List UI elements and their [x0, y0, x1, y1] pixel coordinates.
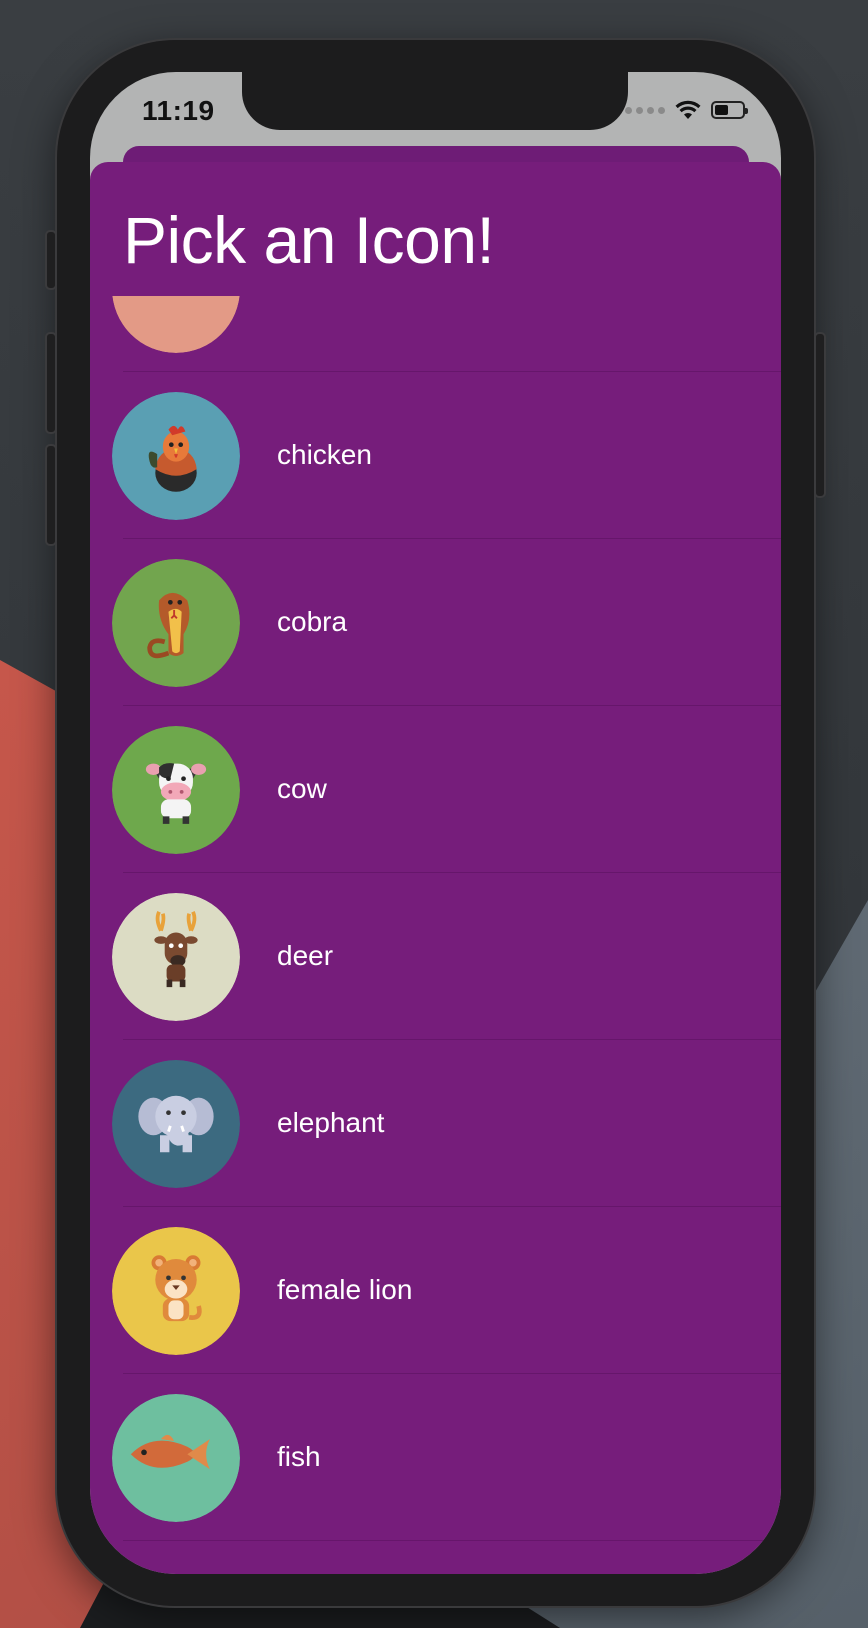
cow-icon	[112, 726, 240, 854]
list-item-label: cow	[277, 773, 327, 804]
list-item-label: deer	[277, 940, 334, 971]
silent-switch	[45, 230, 57, 290]
list-item[interactable]: fish	[90, 1374, 781, 1541]
list-item[interactable]: female lion	[90, 1207, 781, 1374]
list-item[interactable]: cow	[90, 706, 781, 873]
fish-icon	[112, 1394, 240, 1522]
icon-picker-sheet: Pick an Icon! chicken cobra cow deer elephan…	[90, 162, 781, 1574]
partial-avatar-icon	[112, 296, 240, 353]
cellular-signal-icon	[625, 106, 665, 114]
list-item-label: chicken	[277, 439, 372, 470]
list-item[interactable]: cobra	[90, 539, 781, 706]
volume-up-button	[45, 332, 57, 434]
wifi-icon	[675, 100, 701, 119]
list-item[interactable]: chicken	[90, 372, 781, 539]
elephant-icon	[112, 1060, 240, 1188]
status-icons	[625, 100, 748, 120]
female-lion-icon	[112, 1227, 240, 1355]
notch	[242, 72, 628, 130]
volume-down-button	[45, 444, 57, 546]
battery-icon	[711, 101, 748, 119]
list-item[interactable]	[90, 296, 781, 372]
list-item-label: cobra	[277, 606, 348, 637]
page-title: Pick an Icon!	[123, 203, 495, 277]
power-button	[814, 332, 826, 498]
list-item[interactable]: elephant	[90, 1040, 781, 1207]
chicken-icon	[112, 392, 240, 520]
status-time: 11:19	[142, 95, 215, 126]
phone-frame: 11:19 Pick an Icon! chicken cobra cow deer e…	[45, 40, 826, 1606]
list-item-label: elephant	[277, 1107, 385, 1138]
deer-icon	[112, 893, 240, 1021]
icon-list-content: chicken cobra cow deer elephant female lion fi…	[90, 296, 781, 1541]
phone-screen: 11:19 Pick an Icon! chicken cobra cow deer e…	[90, 72, 781, 1574]
battery-fill	[715, 105, 728, 115]
list-item[interactable]: deer	[90, 873, 781, 1040]
list-item-label: fish	[277, 1441, 321, 1472]
cobra-icon	[112, 559, 240, 687]
list-item-label: female lion	[277, 1274, 413, 1305]
icon-list[interactable]: chicken cobra cow deer elephant female lion fi…	[90, 296, 781, 1574]
